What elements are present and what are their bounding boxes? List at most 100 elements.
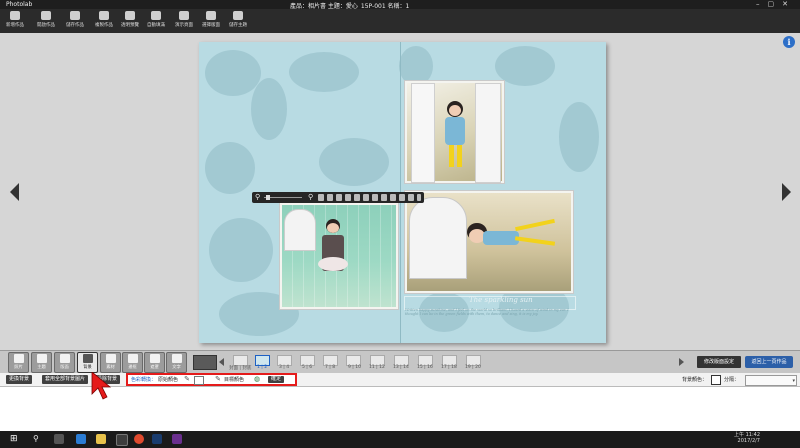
crop-icon[interactable]: [327, 194, 333, 201]
page-label: 3 | 4: [279, 365, 290, 370]
layer-up-icon[interactable]: [390, 194, 396, 201]
arrange-layout-button[interactable]: 修改版面設定: [697, 356, 741, 368]
mask-icon[interactable]: [363, 194, 369, 201]
zoom-in-icon[interactable]: ⚲: [308, 193, 313, 201]
eyedropper-icon[interactable]: ✎: [214, 375, 222, 383]
original-color-swatch[interactable]: [194, 376, 204, 385]
app-logo: Photolab: [6, 1, 33, 8]
chrome-icon[interactable]: [134, 434, 144, 444]
toolbar-button-open[interactable]: 開啟作品: [33, 10, 59, 32]
floral-pattern: [209, 218, 273, 282]
frame-icon[interactable]: [354, 194, 360, 201]
clock-date: 2017/2/7: [737, 438, 760, 444]
tab-frame[interactable]: 邊框: [122, 352, 143, 373]
caption-title: The sparkling sun: [469, 296, 533, 304]
copy-icon: [99, 11, 109, 20]
page-label: 7 | 8: [325, 365, 336, 370]
color-wheel-icon[interactable]: ◍: [253, 375, 261, 383]
toolbar-button-save[interactable]: 儲存作品: [62, 10, 88, 32]
prev-spread-icon[interactable]: [10, 183, 19, 201]
tab-mask[interactable]: 遮罩: [144, 352, 165, 373]
toolbar-button-copy[interactable]: 複製作品: [91, 10, 117, 32]
tab-background[interactable]: 背景: [77, 352, 98, 373]
zoom-out-icon[interactable]: ⚲: [255, 193, 260, 201]
spread-view-button[interactable]: [193, 355, 217, 370]
toolbar-button-preview[interactable]: 透明預覽: [117, 10, 143, 32]
page-label: 17 | 18: [441, 365, 457, 370]
photo-frame-1[interactable]: [404, 80, 505, 184]
window-icon[interactable]: [372, 194, 378, 201]
photolab-icon[interactable]: [172, 434, 182, 444]
present-icon: [179, 11, 189, 20]
chevron-down-icon: ▾: [792, 378, 795, 384]
save-theme-icon: [233, 11, 243, 20]
material-icon: [105, 354, 116, 363]
layer-down-icon[interactable]: [399, 194, 405, 201]
store-icon[interactable]: [116, 434, 128, 446]
floral-pattern: [251, 78, 287, 140]
toolbar-button-new[interactable]: 新增作品: [2, 10, 28, 32]
heart-icon: [36, 354, 47, 363]
background-gallery: [0, 387, 800, 431]
new-file-icon: [10, 11, 20, 20]
photo-girl-lying: [407, 193, 571, 291]
replace-icon[interactable]: [408, 194, 414, 201]
frame-icon: [127, 354, 138, 363]
toolbar-button-autofill[interactable]: 自動填滿: [143, 10, 169, 32]
page-label: 11 | 12: [369, 365, 385, 370]
sun-icon: [125, 11, 135, 20]
page-prev-icon[interactable]: [219, 358, 224, 366]
background-icon: [82, 354, 93, 363]
tab-text[interactable]: 文字: [166, 352, 187, 373]
taskview-icon[interactable]: [54, 434, 64, 444]
zoom-slider-handle[interactable]: [266, 195, 270, 200]
search-icon[interactable]: ⚲: [33, 434, 43, 444]
page-label: 13 | 14: [393, 365, 409, 370]
floral-pattern: [205, 142, 255, 194]
photo-girl-standing: [282, 205, 396, 307]
title-bar: Photolab 產品：相片書 主題：愛心_15P-001 名稱：1 –▢✕: [0, 0, 800, 10]
divider-select[interactable]: ▾: [745, 375, 797, 386]
toolbar-button-layout[interactable]: 選擇版面: [198, 10, 224, 32]
next-spread-icon[interactable]: [782, 183, 791, 201]
page-label: 封面 | 封底: [229, 366, 252, 371]
bg-color-swatch[interactable]: [711, 375, 721, 385]
tab-material[interactable]: 素材: [100, 352, 121, 373]
back-button[interactable]: 返回上一頁作品: [745, 356, 793, 368]
photo-icon: [13, 354, 24, 363]
eye-icon: [151, 11, 161, 20]
photo-frame-3[interactable]: [279, 202, 399, 310]
photo-frame-2[interactable]: [404, 190, 574, 294]
person-icon: [206, 11, 216, 20]
window-controls[interactable]: –▢✕: [756, 0, 796, 8]
change-background-button[interactable]: 更換背景: [6, 375, 33, 384]
flip-icon[interactable]: [336, 194, 342, 201]
windows-start-icon[interactable]: ⊞: [10, 434, 20, 444]
confirm-button[interactable]: 確定: [268, 376, 285, 383]
floral-pattern: [559, 102, 599, 172]
folder-icon: [41, 11, 51, 20]
photoshop-icon[interactable]: [152, 434, 162, 444]
delete-icon[interactable]: [417, 194, 421, 201]
main-toolbar: 新增作品 開啟作品 儲存作品 複製作品 透明預覽 自動填滿 演示頁面 選擇版面 …: [0, 9, 800, 34]
toolbar-button-save-theme[interactable]: 儲存主題: [225, 10, 251, 32]
original-color-label: 原始顏色: [158, 377, 179, 383]
page-next-icon[interactable]: [679, 358, 684, 366]
info-icon[interactable]: i: [783, 36, 795, 48]
rotate-icon[interactable]: [318, 194, 324, 201]
tab-photo[interactable]: 照片: [8, 352, 29, 373]
tab-theme[interactable]: 主題: [31, 352, 52, 373]
text-icon: [171, 354, 182, 363]
eyedropper-icon[interactable]: ✎: [183, 375, 191, 383]
photo-girl-window: [407, 83, 502, 183]
apply-all-background-button[interactable]: 套用全部背景圖片: [42, 375, 89, 384]
tab-layout[interactable]: 版面: [54, 352, 75, 373]
edge-icon[interactable]: [76, 434, 86, 444]
toolbar-button-present[interactable]: 演示頁面: [171, 10, 197, 32]
explorer-icon[interactable]: [96, 434, 106, 444]
color-icon[interactable]: [381, 194, 387, 201]
target-color-label: 目標顏色: [224, 377, 245, 383]
taskbar-clock[interactable]: 上午 11:42 2017/2/7: [734, 432, 760, 444]
fit-icon[interactable]: [345, 194, 351, 201]
caption-body: Written happy sunshine, and I feel on th…: [405, 308, 569, 316]
